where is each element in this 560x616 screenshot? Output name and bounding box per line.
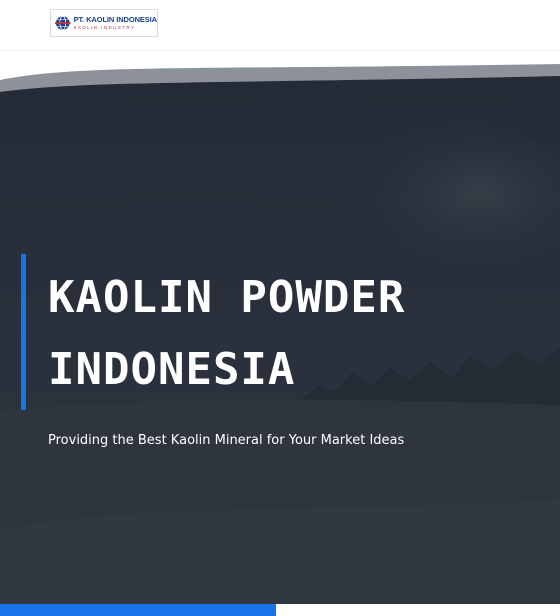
site-header: PT. KAOLIN INDONESIA KAOLIN INDUSTRY (0, 0, 560, 51)
bottom-white-bar (276, 604, 560, 616)
logo-title: PT. KAOLIN INDONESIA (73, 15, 158, 25)
site-logo[interactable]: PT. KAOLIN INDONESIA KAOLIN INDUSTRY (50, 9, 158, 37)
logo-text: PT. KAOLIN INDONESIA KAOLIN INDUSTRY (73, 15, 158, 30)
globe-icon (55, 15, 71, 31)
hero-title: KAOLIN POWDER INDONESIA (48, 272, 406, 395)
hero-accent-bar (21, 254, 26, 410)
hero-subtitle: Providing the Best Kaolin Mineral for Yo… (48, 433, 405, 448)
bottom-accent-bar (0, 604, 276, 616)
logo-subtitle: KAOLIN INDUSTRY (73, 24, 136, 30)
